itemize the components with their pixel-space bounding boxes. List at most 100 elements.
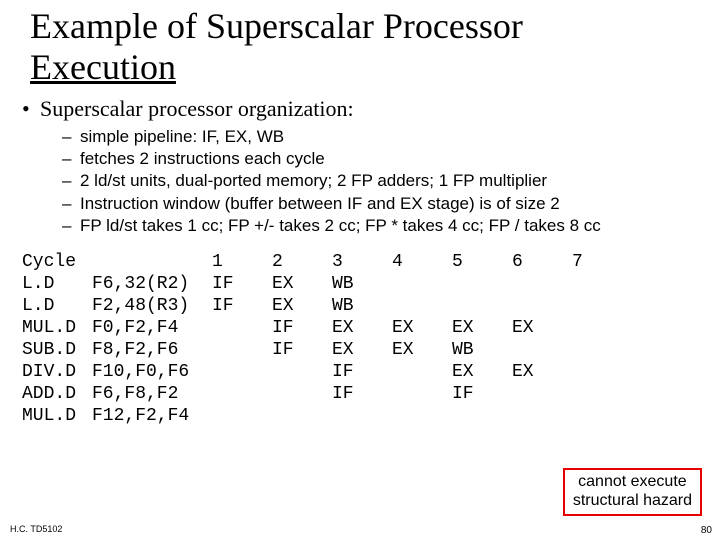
- cell: [452, 273, 512, 295]
- table-header-row: Cycle 1 2 3 4 5 6 7: [22, 251, 632, 273]
- cell: EX: [332, 339, 392, 361]
- cell: [452, 295, 512, 317]
- cell-args: F2,48(R3): [92, 295, 212, 317]
- header-cell: 1: [212, 251, 272, 273]
- header-cell: Cycle: [22, 251, 92, 273]
- cell: [392, 295, 452, 317]
- cell: EX: [332, 317, 392, 339]
- header-cell: 7: [572, 251, 632, 273]
- cell: [572, 361, 632, 383]
- header-cell: 5: [452, 251, 512, 273]
- bullet-list-l2: simple pipeline: IF, EX, WB fetches 2 in…: [40, 126, 698, 236]
- cell: EX: [272, 295, 332, 317]
- cell-args: F10,F0,F6: [92, 361, 212, 383]
- cell: [512, 273, 572, 295]
- cell-args: F0,F2,F4: [92, 317, 212, 339]
- header-cell: [92, 251, 212, 273]
- bullet-list-l1: Superscalar processor organization: simp…: [22, 95, 698, 237]
- bullet-text: simple pipeline: IF, EX, WB: [80, 127, 284, 146]
- cell: [332, 405, 392, 427]
- footer-left: H.C. TD5102: [10, 524, 62, 534]
- cell-instr: ADD.D: [22, 383, 92, 405]
- list-item: Instruction window (buffer between IF an…: [62, 193, 698, 215]
- cell: [392, 273, 452, 295]
- cell: [572, 295, 632, 317]
- cell: [512, 383, 572, 405]
- cell: [572, 339, 632, 361]
- cell: IF: [212, 273, 272, 295]
- slide-body: Superscalar processor organization: simp…: [0, 89, 720, 237]
- cell: [212, 339, 272, 361]
- cell: [512, 295, 572, 317]
- cell: [392, 361, 452, 383]
- cell: [392, 405, 452, 427]
- cell: EX: [512, 317, 572, 339]
- hazard-line-2: structural hazard: [573, 492, 692, 509]
- cell: [572, 405, 632, 427]
- cell-instr: DIV.D: [22, 361, 92, 383]
- cell: WB: [332, 273, 392, 295]
- bullet-text: 2 ld/st units, dual-ported memory; 2 FP …: [80, 171, 547, 190]
- cell: IF: [452, 383, 512, 405]
- header-cell: 6: [512, 251, 572, 273]
- cell: WB: [332, 295, 392, 317]
- table-row: L.D F6,32(R2) IF EX WB: [22, 273, 632, 295]
- header-cell: 4: [392, 251, 452, 273]
- cell-instr: L.D: [22, 273, 92, 295]
- cell-instr: SUB.D: [22, 339, 92, 361]
- hazard-line-1: cannot execute: [578, 473, 687, 490]
- list-item: Superscalar processor organization: simp…: [22, 95, 698, 237]
- bullet-text: Instruction window (buffer between IF an…: [80, 194, 560, 213]
- cell: [212, 405, 272, 427]
- slide-title: Example of Superscalar Processor Executi…: [0, 0, 720, 89]
- cell: [392, 383, 452, 405]
- cell: [572, 317, 632, 339]
- cell: EX: [392, 339, 452, 361]
- cell: [272, 405, 332, 427]
- list-item: fetches 2 instructions each cycle: [62, 148, 698, 170]
- footer-right: 80: [701, 525, 712, 536]
- bullet-text: FP ld/st takes 1 cc; FP +/- takes 2 cc; …: [80, 216, 601, 235]
- hazard-callout: cannot execute structural hazard: [563, 468, 702, 516]
- list-item: simple pipeline: IF, EX, WB: [62, 126, 698, 148]
- bullet-text: fetches 2 instructions each cycle: [80, 149, 325, 168]
- table-row: MUL.D F12,F2,F4: [22, 405, 632, 427]
- cell-args: F8,F2,F6: [92, 339, 212, 361]
- cell: [212, 317, 272, 339]
- cell: EX: [452, 361, 512, 383]
- cell-args: F6,32(R2): [92, 273, 212, 295]
- table-row: L.D F2,48(R3) IF EX WB: [22, 295, 632, 317]
- cell: [212, 361, 272, 383]
- header-cell: 3: [332, 251, 392, 273]
- cell: EX: [452, 317, 512, 339]
- cell: [212, 383, 272, 405]
- pipeline-table: Cycle 1 2 3 4 5 6 7 L.D F6,32(R2) IF EX …: [22, 251, 632, 427]
- list-item: 2 ld/st units, dual-ported memory; 2 FP …: [62, 170, 698, 192]
- header-cell: 2: [272, 251, 332, 273]
- cell: [512, 339, 572, 361]
- cell: EX: [512, 361, 572, 383]
- cell-instr: MUL.D: [22, 405, 92, 427]
- cell: EX: [272, 273, 332, 295]
- cell: IF: [272, 339, 332, 361]
- slide: Example of Superscalar Processor Executi…: [0, 0, 720, 540]
- cell: [272, 383, 332, 405]
- cell: [572, 383, 632, 405]
- table-row: ADD.D F6,F8,F2 IF IF: [22, 383, 632, 405]
- cell-instr: MUL.D: [22, 317, 92, 339]
- title-line-2: Execution: [30, 47, 176, 87]
- table-row: DIV.D F10,F0,F6 IF EX EX: [22, 361, 632, 383]
- cell: IF: [272, 317, 332, 339]
- cell-args: F12,F2,F4: [92, 405, 212, 427]
- cell: [452, 405, 512, 427]
- cell: EX: [392, 317, 452, 339]
- cell-instr: L.D: [22, 295, 92, 317]
- cell-args: F6,F8,F2: [92, 383, 212, 405]
- cell: WB: [452, 339, 512, 361]
- heading-text: Superscalar processor organization:: [40, 96, 354, 121]
- cell: [272, 361, 332, 383]
- list-item: FP ld/st takes 1 cc; FP +/- takes 2 cc; …: [62, 215, 698, 237]
- cell: IF: [332, 361, 392, 383]
- cell: [572, 273, 632, 295]
- table-row: MUL.D F0,F2,F4 IF EX EX EX EX: [22, 317, 632, 339]
